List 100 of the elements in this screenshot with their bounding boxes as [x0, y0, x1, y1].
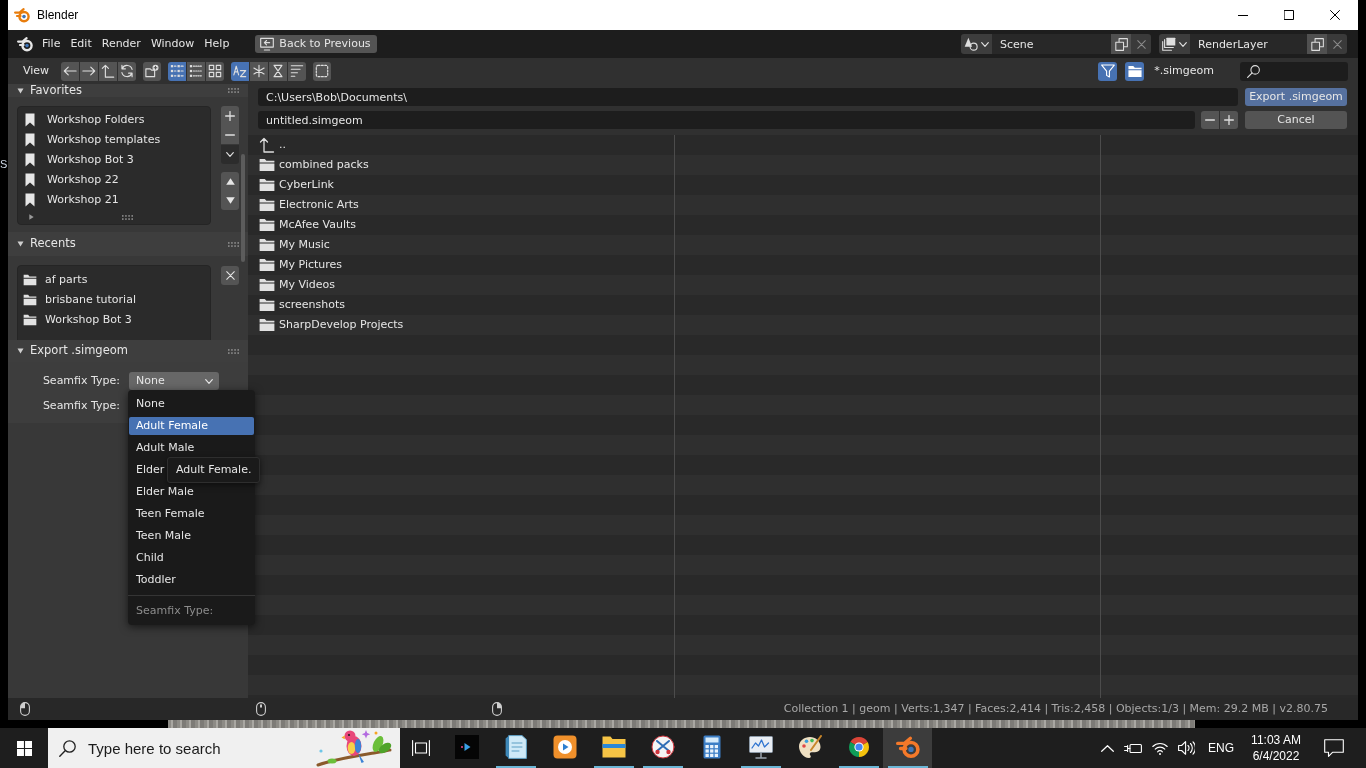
disclosure-triangle-icon[interactable]: [29, 214, 34, 220]
menu-item[interactable]: Render: [96, 35, 146, 53]
duplicate-button[interactable]: [1307, 34, 1327, 54]
unlink-button[interactable]: [1131, 34, 1151, 54]
triangle-down-icon: [225, 197, 235, 204]
back-button[interactable]: [61, 61, 80, 81]
clear-button[interactable]: [221, 266, 239, 285]
round-logo-icon: [847, 736, 870, 758]
folder-item[interactable]: screenshots: [248, 295, 346, 315]
folder-item[interactable]: My Music: [248, 235, 330, 255]
wifi-icon[interactable]: [1152, 741, 1168, 755]
columns-view-icon: [170, 64, 185, 78]
folder-item[interactable]: Electronic Arts: [248, 195, 359, 215]
sort-button[interactable]: [288, 61, 307, 81]
panel-header[interactable]: Recents: [8, 232, 248, 256]
recent-folder-item[interactable]: brisbane tutorial: [18, 290, 210, 310]
unlink-button[interactable]: [1327, 34, 1347, 54]
favorite-item[interactable]: Workshop Folders: [18, 110, 210, 130]
duplicate-button[interactable]: [1111, 34, 1131, 54]
folder-icon: [259, 238, 275, 252]
menu-item[interactable]: Window: [145, 35, 200, 53]
display-mode-button[interactable]: [168, 61, 187, 81]
display-mode-button[interactable]: [187, 61, 206, 81]
remove-button[interactable]: [221, 125, 239, 144]
parent-directory-button[interactable]: [99, 61, 118, 81]
notification-icon[interactable]: [1324, 739, 1344, 757]
menu-option[interactable]: Child: [136, 550, 164, 566]
folder-item[interactable]: My Videos: [248, 275, 336, 295]
parent-folder-icon: [101, 64, 116, 78]
mouse-icon: [20, 702, 30, 716]
refresh-icon: [120, 64, 135, 78]
chevron-up-icon[interactable]: [1101, 744, 1114, 752]
sort-button[interactable]: [250, 61, 269, 81]
add-button[interactable]: [221, 106, 239, 125]
move-up-button[interactable]: [221, 172, 239, 191]
filter-toggle-button[interactable]: [1098, 61, 1118, 81]
dropdown[interactable]: None: [129, 372, 219, 390]
options-button[interactable]: [221, 145, 239, 164]
menu-item[interactable]: Edit: [65, 35, 97, 53]
folder-filter-button[interactable]: [1125, 61, 1145, 81]
copy-icon: [1114, 37, 1128, 51]
sort-button[interactable]: [231, 61, 250, 81]
menu-option[interactable]: Teen Male: [136, 528, 191, 544]
app-logo-icon: [14, 7, 30, 23]
forward-button[interactable]: [80, 61, 99, 81]
folder-item[interactable]: CyberLink: [248, 175, 334, 195]
language-indicator[interactable]: ENG: [1208, 741, 1234, 755]
filename-field[interactable]: untitled.simgeom: [258, 111, 1195, 129]
volume-icon[interactable]: [1178, 741, 1195, 755]
menu-item[interactable]: Help: [199, 35, 235, 53]
power-plug-icon[interactable]: [1124, 741, 1142, 755]
recent-folder-item[interactable]: Workshop Bot 3: [18, 310, 210, 330]
clock-time[interactable]: 11:03 AM: [1251, 732, 1301, 748]
favorite-item[interactable]: Workshop templates: [18, 130, 210, 150]
export-button[interactable]: Export .simgeom: [1245, 88, 1347, 106]
show-hidden-button[interactable]: [313, 61, 332, 81]
bookmark-icon: [25, 153, 35, 167]
app-logo-icon: [17, 36, 33, 52]
back-to-previous-button[interactable]: Back to Previous: [255, 35, 377, 53]
menu-option[interactable]: Adult Male: [136, 440, 195, 456]
increment-button[interactable]: [1220, 111, 1238, 129]
scrollbar[interactable]: [241, 154, 245, 262]
scene-name-field[interactable]: Scene: [992, 34, 1111, 54]
folder-item[interactable]: SharpDevelop Projects: [248, 315, 404, 335]
menu-option[interactable]: Teen Female: [136, 506, 205, 522]
taskbar-search-field[interactable]: Type here to search: [48, 728, 400, 768]
move-down-button[interactable]: [221, 191, 239, 210]
view-layer-selector-button[interactable]: [1159, 34, 1190, 54]
folder-item[interactable]: My Pictures: [248, 255, 343, 275]
new-folder-button[interactable]: [143, 61, 162, 81]
favorite-item[interactable]: Workshop 21: [18, 190, 210, 210]
field-label: Seamfix Type:: [42, 399, 120, 413]
menu-option[interactable]: Toddler: [136, 572, 176, 588]
display-mode-button[interactable]: [206, 61, 225, 81]
panel-header[interactable]: Export .simgeom: [8, 340, 248, 362]
grip-icon: [122, 214, 133, 220]
folder-item[interactable]: combined packs: [248, 155, 369, 175]
menu-option[interactable]: Adult Female: [129, 417, 254, 435]
search-field[interactable]: [1240, 61, 1348, 81]
view-layer-name-field[interactable]: RenderLayer: [1190, 34, 1307, 54]
clock-date[interactable]: 6/4/2022: [1252, 748, 1300, 764]
panel-header[interactable]: Favorites: [8, 84, 248, 97]
scene-selector-button[interactable]: [961, 34, 992, 54]
minimize-icon: [1238, 14, 1248, 16]
menu-option[interactable]: None: [136, 396, 165, 412]
folder-item[interactable]: McAfee Vaults: [248, 215, 357, 235]
directory-path-field[interactable]: C:\Users\Bob\Documents\: [258, 88, 1238, 106]
favorite-item[interactable]: Workshop Bot 3: [18, 150, 210, 170]
decrement-button[interactable]: [1201, 111, 1219, 129]
menu-option[interactable]: Elder Male: [136, 484, 194, 500]
parent-directory-item[interactable]: ..: [248, 135, 286, 155]
view-menu[interactable]: View: [23, 64, 50, 78]
recent-folder-item[interactable]: af parts: [18, 270, 210, 290]
sort-button[interactable]: [269, 61, 288, 81]
cancel-button[interactable]: Cancel: [1245, 111, 1347, 129]
menu-item[interactable]: File: [37, 35, 66, 53]
favorite-item[interactable]: Workshop 22: [18, 170, 210, 190]
refresh-button[interactable]: [118, 61, 137, 81]
menu-option[interactable]: Elder: [136, 462, 165, 478]
folder-icon: [1127, 64, 1142, 78]
